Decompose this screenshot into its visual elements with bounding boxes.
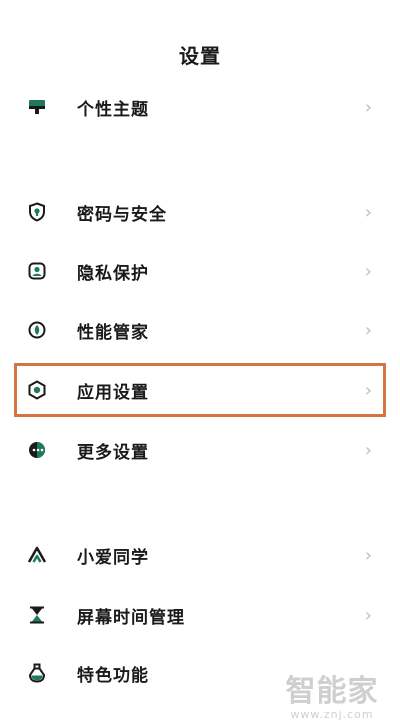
chevron-right-icon: ›	[364, 260, 372, 282]
settings-item-label: 性能管家	[77, 322, 149, 343]
performance-icon	[26, 319, 48, 341]
settings-item-label: 屏幕时间管理	[77, 607, 185, 628]
settings-item-label: 特色功能	[77, 665, 149, 686]
settings-item-password-security[interactable]: 密码与安全 ›	[0, 187, 400, 237]
page-title: 设置	[179, 44, 221, 68]
chevron-right-icon: ›	[364, 319, 372, 341]
settings-item-label: 个性主题	[77, 99, 149, 120]
settings-item-label: 应用设置	[77, 382, 149, 403]
settings-item-app-settings[interactable]: 应用设置 ›	[0, 365, 400, 415]
settings-item-privacy[interactable]: 隐私保护 ›	[0, 246, 400, 296]
privacy-icon	[26, 260, 48, 282]
chevron-right-icon: ›	[364, 544, 372, 566]
settings-item-performance[interactable]: 性能管家 ›	[0, 305, 400, 355]
chevron-right-icon: ›	[364, 379, 372, 401]
watermark-url: www.znj.com	[290, 708, 374, 721]
settings-item-label: 更多设置	[77, 442, 149, 463]
settings-item-label: 小爱同学	[77, 547, 149, 568]
app-settings-icon	[26, 379, 48, 401]
shield-lock-icon	[26, 201, 48, 223]
theme-icon	[26, 96, 48, 118]
watermark: 智能家 www.znj.com	[272, 674, 392, 722]
features-icon	[26, 662, 48, 684]
settings-item-screen-time[interactable]: 屏幕时间管理 ›	[0, 590, 400, 640]
chevron-right-icon: ›	[364, 604, 372, 626]
settings-item-xiaoai[interactable]: 小爱同学 ›	[0, 530, 400, 580]
chevron-right-icon: ›	[364, 439, 372, 461]
watermark-brand: 智能家	[285, 674, 379, 709]
xiaoai-icon	[26, 544, 48, 566]
hourglass-icon	[26, 604, 48, 626]
more-settings-icon	[26, 439, 48, 461]
chevron-right-icon: ›	[364, 96, 372, 118]
settings-item-theme[interactable]: 个性主题 ›	[0, 82, 400, 132]
settings-item-label: 密码与安全	[77, 204, 167, 225]
settings-item-label: 隐私保护	[77, 263, 149, 284]
chevron-right-icon: ›	[364, 201, 372, 223]
settings-item-more-settings[interactable]: 更多设置 ›	[0, 425, 400, 475]
